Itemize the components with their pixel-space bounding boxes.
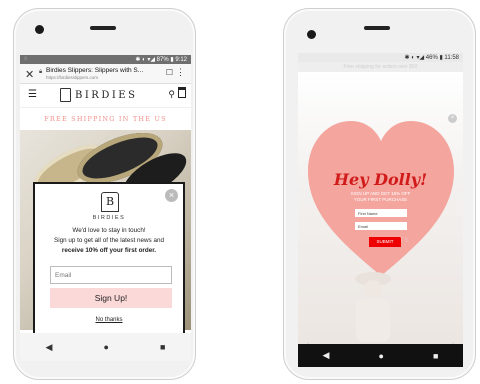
page-url[interactable]: https://birdiesslippers.com [46,75,98,80]
promo-strip: Free shipping for orders over $50 [298,62,463,72]
status-indicators: ✱ ◐ ▾◢ 46% ▮ 11:58 [404,55,460,61]
model-photo [355,272,391,342]
shopping-bag-icon[interactable] [178,87,186,98]
bookmark-icon[interactable]: ☐ [166,68,173,77]
android-nav-bar: ◀ ● ■ [298,344,463,367]
android-nav-bar: ◀ ● ■ [20,333,191,361]
left-phone: ◌ ✱ ◐ ▾◢ 87% ▮ 9:12 ✕ 🔒︎ Birdies Slipper… [13,8,196,380]
background-heading-fragment: TS [400,238,410,244]
no-thanks-link[interactable]: No thanks [35,317,183,323]
page-title[interactable]: Birdies Slippers: Slippers with S... [46,67,156,74]
earpiece-speaker [364,26,390,30]
close-popup-button[interactable]: × [448,114,457,123]
popup-message: Sign up to get all of the latest news an… [54,237,164,244]
search-icon[interactable]: ⚲ [168,89,175,100]
submit-button[interactable]: SUBMIT [369,237,401,247]
popup-heading: We'd love to stay in touch! [72,227,146,234]
right-phone: ✱ ◐ ▾◢ 46% ▮ 11:58 Free shipping for ord… [283,8,476,380]
left-screen: ◌ ✱ ◐ ▾◢ 87% ▮ 9:12 ✕ 🔒︎ Birdies Slipper… [20,55,191,361]
recents-icon[interactable]: ■ [160,342,165,352]
first-name-input[interactable]: First Name [355,209,407,217]
browser-url-bar: ✕ 🔒︎ Birdies Slippers: Slippers with S..… [20,64,191,84]
earpiece-speaker [90,26,116,30]
back-icon[interactable]: ◀ [323,350,330,361]
free-shipping-banner: FREE SHIPPING IN THE US [44,115,167,123]
popup-offer-line2: YOUR FIRST PURCHASE [353,197,408,202]
popup-title: Hey Dolly! [333,170,428,189]
popup-offer-line1: SIGN UP AND GET 15% OFF [350,191,411,196]
right-screen: ✱ ◐ ▾◢ 46% ▮ 11:58 Free shipping for ord… [298,53,463,367]
sign-up-button[interactable]: Sign Up! [50,288,172,308]
status-bar: ◌ ✱ ◐ ▾◢ 87% ▮ 9:12 [20,55,191,64]
back-icon[interactable]: ◀ [46,342,53,353]
home-icon[interactable]: ● [104,342,109,352]
front-camera [35,25,44,34]
front-camera [307,30,316,39]
close-tab-icon[interactable]: ✕ [25,68,34,81]
popup-offer: receive 10% off your first order. [61,247,157,254]
status-indicators: ✱ ◐ ▾◢ 87% ▮ 9:12 [135,57,187,63]
newsletter-popup: × B BIRDIES We'd love to stay in touch! … [33,182,185,347]
lock-icon: 🔒︎ [39,69,43,75]
comparison-stage: ◌ ✱ ◐ ▾◢ 87% ▮ 9:12 ✕ 🔒︎ Birdies Slipper… [0,0,480,384]
email-input[interactable] [50,266,172,284]
hamburger-menu-icon[interactable]: ☰ [28,89,37,100]
brand-logo-icon [60,88,71,102]
close-popup-button[interactable]: × [165,189,178,202]
site-header: ☰ BIRDIES ⚲ [20,84,191,108]
more-menu-icon[interactable]: ⋮ [176,67,185,78]
popup-brand: BIRDIES [92,215,126,221]
email-input[interactable]: Email [355,222,407,230]
home-icon[interactable]: ● [379,351,384,361]
popup-logo: B [101,192,119,212]
brand-logo[interactable]: BIRDIES [75,90,137,101]
notification-icon: ◌ [24,56,28,62]
recents-icon[interactable]: ■ [433,351,438,361]
webpage-content: Free shipping for orders over $50 × Hey … [298,62,463,350]
status-bar: ✱ ◐ ▾◢ 46% ▮ 11:58 [298,53,463,62]
